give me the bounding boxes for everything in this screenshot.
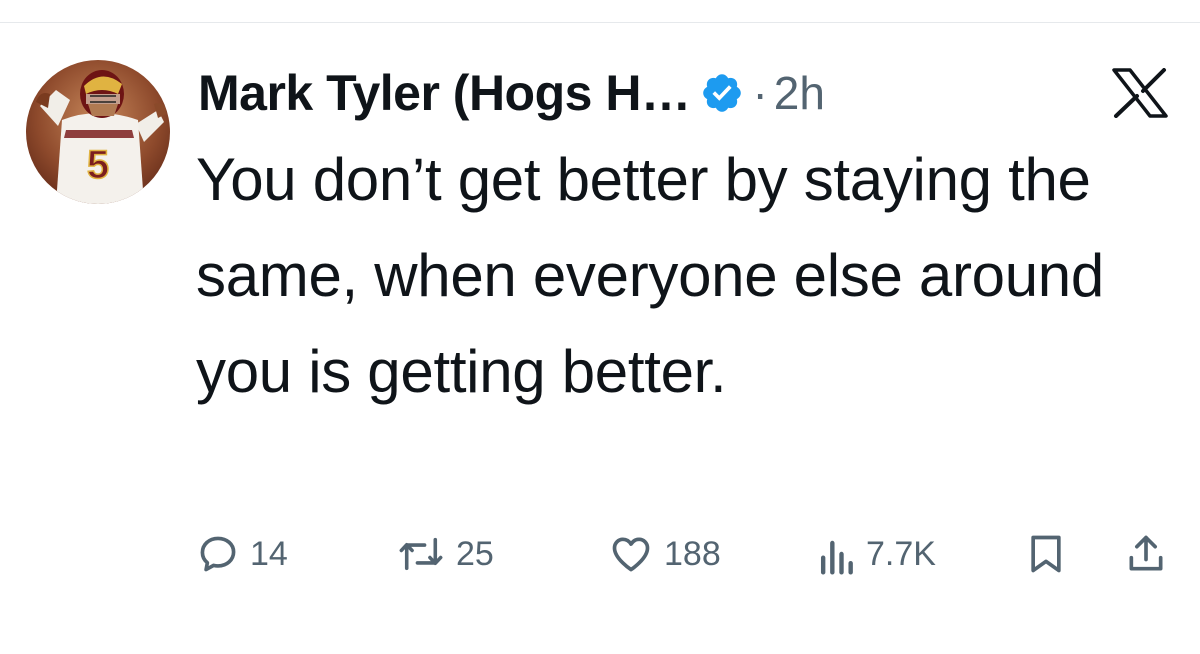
tweet-header: Mark Tyler (Hogs H… · 2h bbox=[198, 60, 825, 126]
x-logo-icon[interactable] bbox=[1112, 68, 1168, 118]
views-count: 7.7K bbox=[866, 534, 936, 573]
display-name[interactable]: Mark Tyler (Hogs H… bbox=[198, 64, 691, 122]
heart-icon bbox=[608, 532, 654, 576]
bookmark-icon bbox=[1026, 532, 1066, 576]
repost-count: 25 bbox=[456, 534, 494, 573]
like-button[interactable]: 188 bbox=[608, 530, 721, 578]
divider bbox=[0, 22, 1200, 23]
action-bar: 14 25 188 7.7K bbox=[196, 530, 1170, 578]
verified-badge-icon bbox=[700, 71, 744, 115]
reply-icon bbox=[196, 532, 240, 576]
separator-dot: · bbox=[752, 67, 768, 119]
avatar-image: 5 bbox=[26, 60, 170, 204]
timestamp[interactable]: 2h bbox=[774, 66, 825, 120]
avatar[interactable]: 5 bbox=[26, 60, 170, 204]
avatar-jersey-number: 5 bbox=[87, 143, 109, 187]
views-icon bbox=[816, 532, 856, 576]
like-count: 188 bbox=[664, 534, 721, 573]
reply-count: 14 bbox=[250, 534, 288, 573]
repost-button[interactable]: 25 bbox=[396, 530, 494, 578]
repost-icon bbox=[396, 532, 446, 576]
bookmark-button[interactable] bbox=[1026, 530, 1066, 578]
share-icon bbox=[1124, 532, 1168, 576]
tweet-text: You don’t get better by staying the same… bbox=[196, 146, 1104, 405]
reply-button[interactable]: 14 bbox=[196, 530, 288, 578]
tweet-card: 5 Mark Tyler (Hogs H… · 2h You don’t get… bbox=[0, 0, 1200, 654]
views-button[interactable]: 7.7K bbox=[816, 530, 936, 578]
share-button[interactable] bbox=[1124, 530, 1168, 578]
